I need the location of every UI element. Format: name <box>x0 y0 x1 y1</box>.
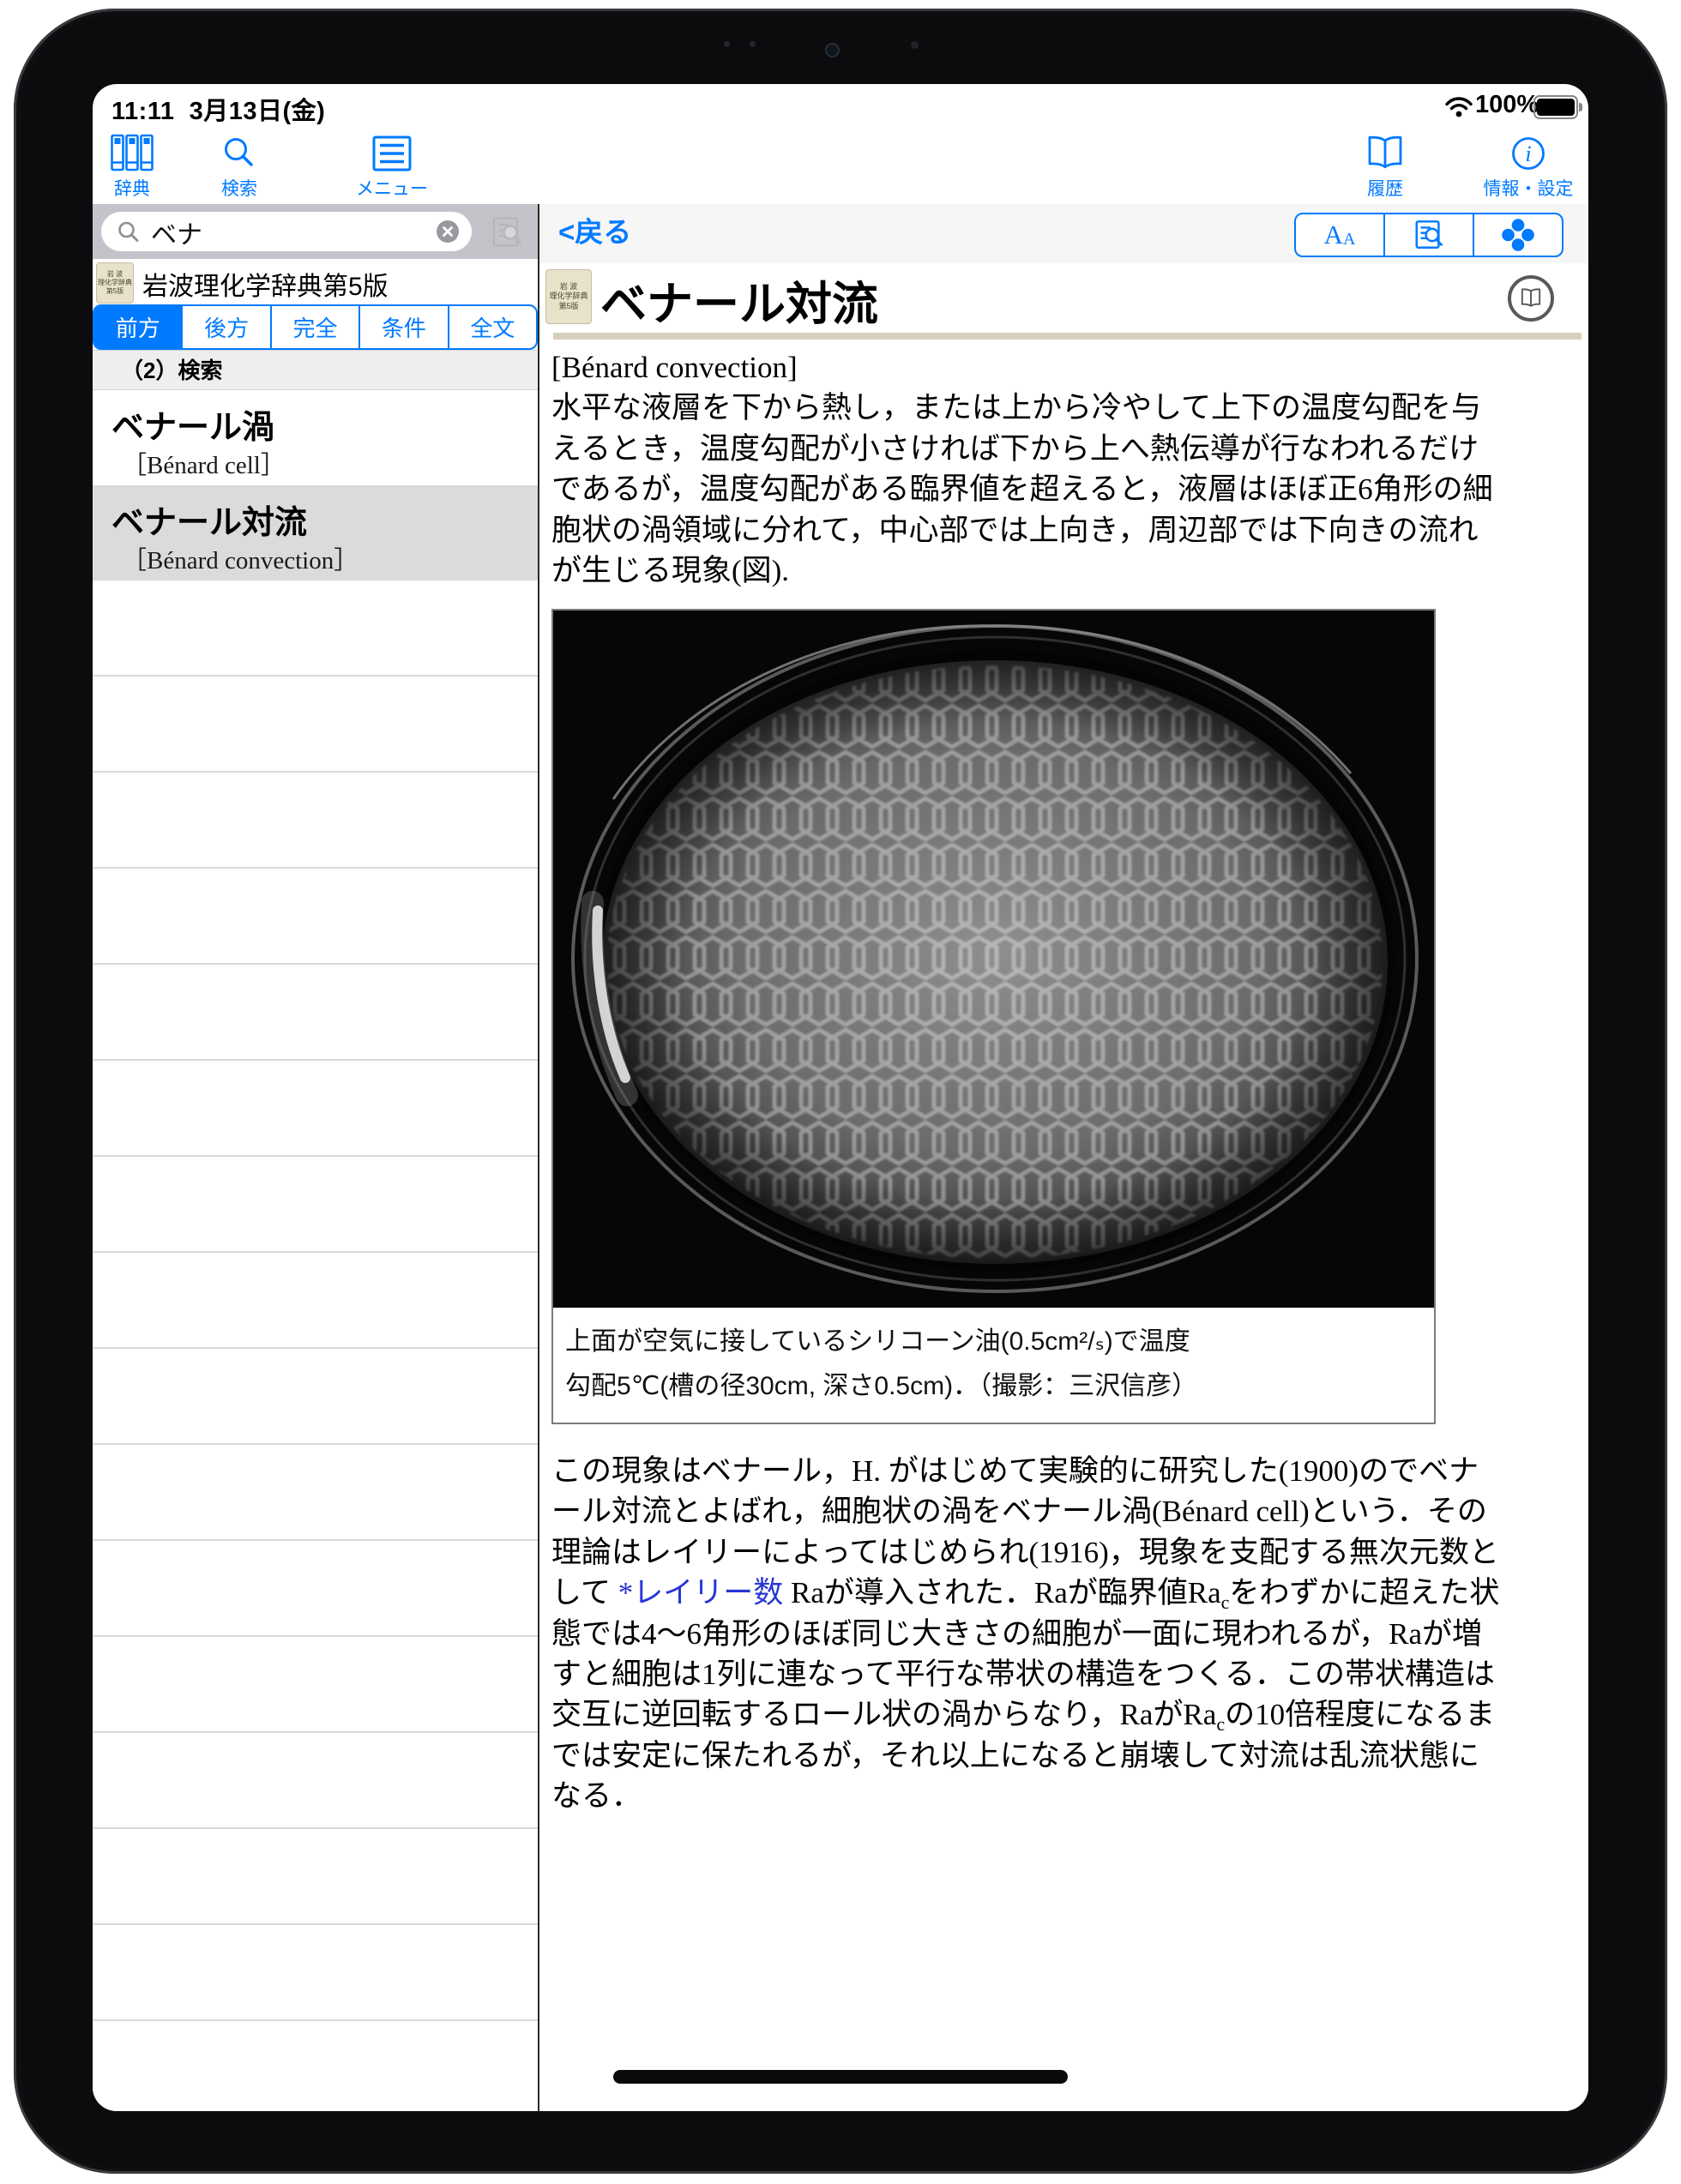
info-icon: i <box>1509 134 1548 173</box>
open-book-circle-icon[interactable] <box>1508 275 1554 322</box>
results-count-header: （2）検索 <box>93 350 538 390</box>
toolbar-menu-button[interactable]: メニュー <box>340 134 443 201</box>
tab-prefix-match[interactable]: 前方 <box>94 306 183 348</box>
search-field[interactable] <box>101 212 472 251</box>
camera-lens <box>825 43 840 57</box>
menu-list-icon <box>371 134 413 173</box>
document-search-icon <box>1413 219 1445 251</box>
tab-fulltext[interactable]: 全文 <box>449 306 536 348</box>
empty-result-rows <box>93 581 538 2111</box>
toolbar-history-label: 履歴 <box>1334 175 1437 201</box>
benard-cells-photo <box>553 611 1434 1308</box>
status-time-date: 11:11 3月13日(金) <box>111 91 325 127</box>
entry-paragraph-1: [Bénard convection] 水平な液層を下から熱し，または上から冷や… <box>551 347 1493 591</box>
result-row-benard-cell[interactable]: ベナール渦 ［Bénard cell］ <box>93 390 538 486</box>
toolbar-dictionaries-button[interactable]: 辞典 <box>93 134 184 201</box>
search-bar-region <box>93 204 538 259</box>
article-toolbar: AA <box>1294 213 1564 257</box>
toolbar-search-label: 検索 <box>188 175 291 201</box>
search-field-magnifier-icon <box>117 220 141 244</box>
toolbar-menu-label: メニュー <box>340 175 443 201</box>
home-indicator[interactable] <box>613 2070 1068 2084</box>
battery-percent: 100% <box>1475 91 1539 119</box>
entry-dictionary-cover-icon: 岩 波 理化学辞典 第5版 <box>545 269 592 324</box>
app-screen: 11:11 3月13日(金) 100% 辞典 検索 <box>93 84 1588 2111</box>
article-header-bar: <戻る AA <box>539 204 1588 264</box>
dictionary-cover-icon: 岩 波 理化学辞典 第5版 <box>96 262 134 304</box>
article-body: 岩 波 理化学辞典 第5版 ベナール対流 [Bénard convection]… <box>539 263 1588 2111</box>
toolbar-info-settings-button[interactable]: i 情報・設定 <box>1477 134 1580 201</box>
search-icon <box>220 134 259 173</box>
result-subtitle: ［Bénard cell］ <box>122 445 286 481</box>
related-items-button[interactable] <box>1474 214 1562 256</box>
title-divider-rule <box>553 333 1582 340</box>
tab-suffix-match[interactable]: 後方 <box>183 306 271 348</box>
result-subtitle: ［Bénard convection］ <box>122 540 358 576</box>
toolbar-dictionaries-label: 辞典 <box>93 175 184 201</box>
svg-text:i: i <box>1525 141 1531 166</box>
clear-search-icon[interactable] <box>436 220 460 244</box>
ipad-frame: 11:11 3月13日(金) 100% 辞典 検索 <box>14 9 1667 2174</box>
entry-paragraph-2: この現象はベナール，H. がはじめて実験的に研究した(1900)のでベナ ール対… <box>551 1451 1499 1817</box>
line-with-rayleigh-link[interactable]: して *レイリー数 Raが導入された．Raが臨界値Racをわずかに超えた状 <box>551 1573 1499 1613</box>
tab-exact-match[interactable]: 完全 <box>272 306 360 348</box>
back-button[interactable]: <戻る <box>558 204 631 263</box>
font-size-button[interactable]: AA <box>1296 214 1385 256</box>
result-title: ベナール渦 <box>111 400 274 448</box>
camera-dot <box>724 41 730 47</box>
camera-dot <box>911 41 919 49</box>
tab-condition[interactable]: 条件 <box>360 306 449 348</box>
open-book-glyph <box>1518 287 1544 310</box>
result-row-benard-convection[interactable]: ベナール対流 ［Bénard convection］ <box>93 485 538 581</box>
toolbar-info-settings-label: 情報・設定 <box>1477 175 1580 201</box>
dictionary-name: 岩波理化学辞典第5版 <box>142 265 389 303</box>
battery-icon <box>1533 95 1578 119</box>
open-book-icon <box>1365 134 1406 173</box>
figure-caption: 上面が空気に接しているシリコーン油(0.5cm²/ₛ)で温度 勾配5℃(槽の径3… <box>553 1308 1434 1423</box>
entry-title: ベナール対流 <box>600 266 878 334</box>
list-search-icon-disabled <box>490 215 524 250</box>
four-dots-icon <box>1501 218 1535 252</box>
toolbar-search-button[interactable]: 検索 <box>188 134 291 201</box>
books-icon <box>111 134 154 173</box>
dictionary-row[interactable]: 岩 波 理化学辞典 第5版 岩波理化学辞典第5版 <box>93 259 538 304</box>
search-input[interactable] <box>149 216 410 249</box>
search-mode-tabs: 前方 後方 完全 条件 全文 <box>93 304 538 350</box>
camera-dot <box>750 41 756 47</box>
wifi-icon <box>1444 96 1473 118</box>
toolbar-history-button[interactable]: 履歴 <box>1334 134 1437 201</box>
search-in-entry-button[interactable] <box>1385 214 1474 256</box>
result-title: ベナール対流 <box>111 496 307 543</box>
search-sidebar: 岩 波 理化学辞典 第5版 岩波理化学辞典第5版 前方 後方 完全 条件 全文 … <box>93 204 538 2111</box>
benard-convection-figure: 上面が空気に接しているシリコーン油(0.5cm²/ₛ)で温度 勾配5℃(槽の径3… <box>551 609 1436 1424</box>
